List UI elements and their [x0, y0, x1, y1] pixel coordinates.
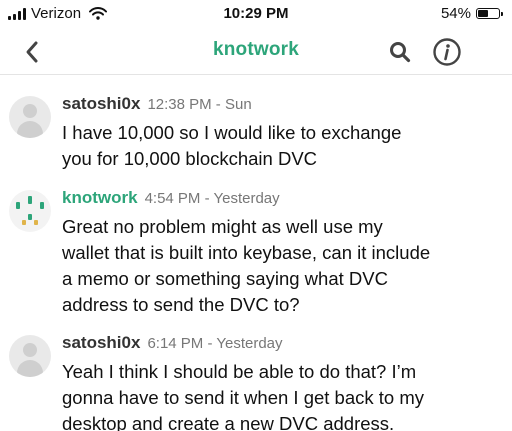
- message-line: Yeah I think I should be able to do that…: [62, 361, 417, 382]
- status-time: 10:29 PM: [223, 5, 289, 22]
- battery-icon: [476, 8, 503, 19]
- message-line: you for 10,000 blockchain DVC: [62, 148, 318, 169]
- avatar[interactable]: [9, 335, 51, 377]
- message-author[interactable]: satoshi0x: [62, 333, 140, 352]
- message-author[interactable]: satoshi0x: [62, 94, 140, 113]
- message-body: Great no problem might as well use my wa…: [62, 214, 502, 318]
- message-timestamp: 4:54 PM - Yesterday: [144, 190, 280, 207]
- battery-percent: 54%: [440, 5, 471, 22]
- nav-bar: knotwork: [0, 30, 512, 75]
- avatar[interactable]: [9, 190, 51, 232]
- message-line: Great no problem might as well use my: [62, 216, 383, 237]
- battery-status: 54%: [440, 5, 503, 22]
- message-timestamp: 6:14 PM - Yesterday: [147, 335, 283, 352]
- message-line: gonna have to send it when I get back to…: [62, 387, 425, 408]
- message-author[interactable]: knotwork: [62, 188, 138, 207]
- message-line: desktop and create a new DVC address.: [62, 413, 395, 431]
- status-bar: Verizon 10:29 PM 54%: [0, 0, 512, 30]
- message-body: Yeah I think I should be able to do that…: [62, 359, 502, 431]
- message-line: I have 10,000 so I would like to exchang…: [62, 122, 402, 143]
- avatar[interactable]: [9, 96, 51, 138]
- message-header: satoshi0x 6:14 PM - Yesterday: [62, 333, 283, 353]
- message-body: I have 10,000 so I would like to exchang…: [62, 120, 502, 172]
- info-icon[interactable]: [432, 37, 462, 67]
- search-icon[interactable]: [388, 40, 412, 64]
- message-line: wallet that is built into keybase, can i…: [62, 242, 431, 263]
- message-header: satoshi0x 12:38 PM - Sun: [62, 94, 252, 114]
- message-timestamp: 12:38 PM - Sun: [147, 96, 252, 113]
- message-line: address to send the DVC to?: [62, 294, 300, 315]
- chat-screen: Verizon 10:29 PM 54% knotwork satoshi0x …: [0, 0, 512, 431]
- message-header: knotwork 4:54 PM - Yesterday: [62, 188, 280, 208]
- message-line: a memo or something saying what DVC: [62, 268, 388, 289]
